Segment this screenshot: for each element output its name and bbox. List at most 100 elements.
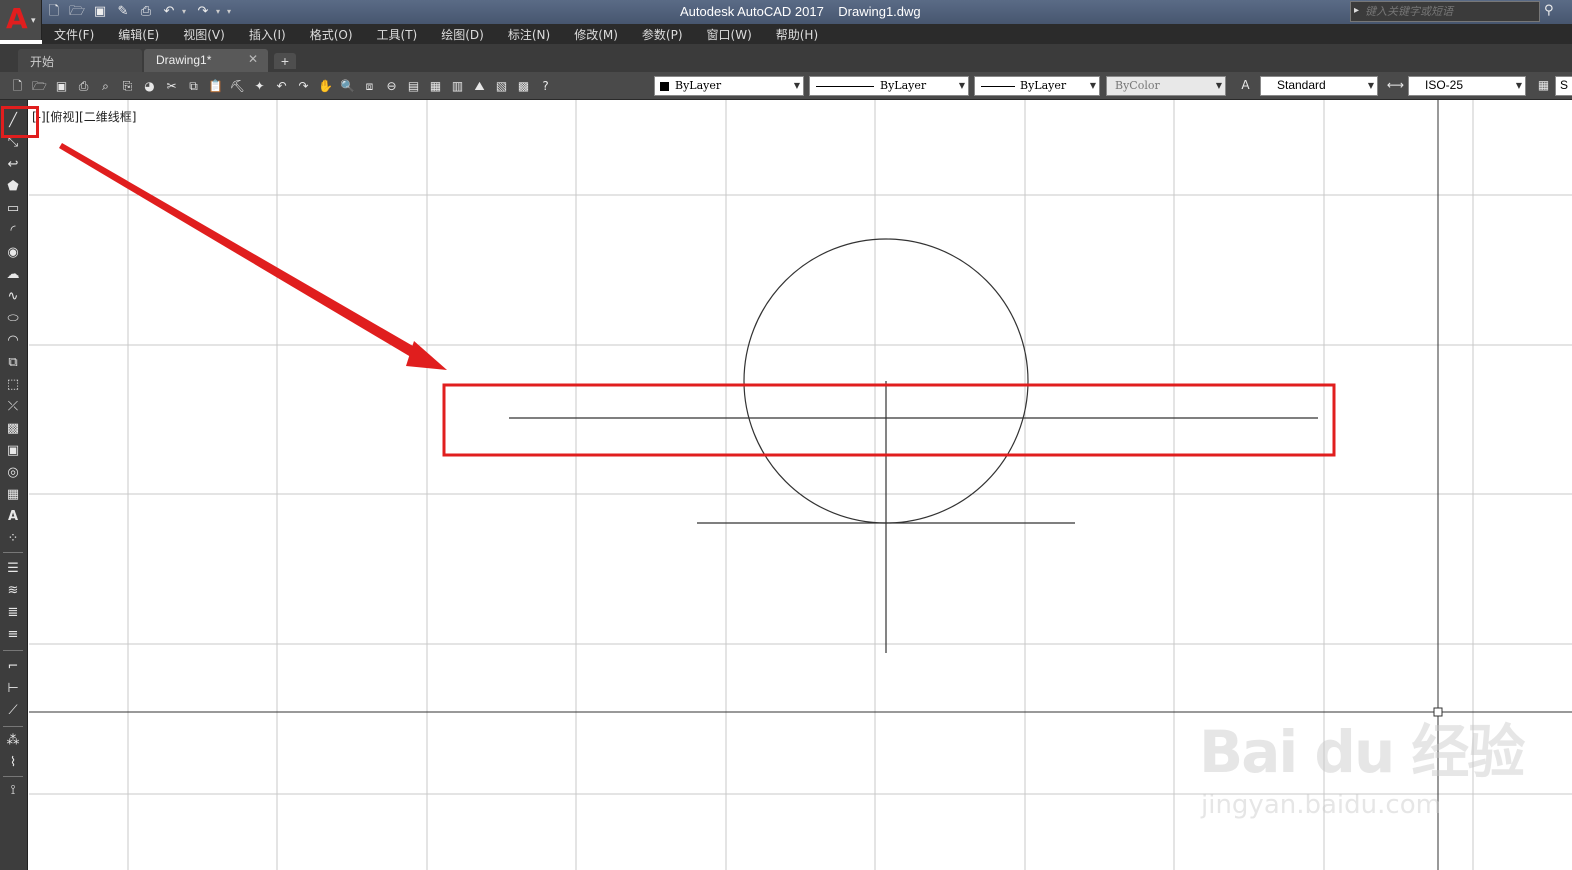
drawing-canvas[interactable]: [-][俯视][二维线框] Bai du 经验 jingyan.baidu.co…: [29, 100, 1572, 870]
standard-toolbar: 🗋 🗁 ▣ ⎙ ⌕ ⎘ ◕ ✂ ⧉ 📋 ⛏ ✦ ↶ ↷ ✋ 🔍 ⧈ ⊖ ▤ ▦ …: [0, 72, 1572, 100]
polygon-icon[interactable]: ⬟: [4, 178, 22, 196]
undo-dropdown-icon[interactable]: ▾: [182, 3, 190, 21]
annotation-arrow-shaft: [59, 143, 432, 366]
markup-icon[interactable]: ▧: [492, 77, 511, 96]
menu-format[interactable]: 格式(O): [298, 26, 365, 43]
search-box[interactable]: ▸: [1350, 1, 1540, 22]
edit-polyline-icon[interactable]: ⌇: [4, 754, 22, 772]
menu-draw[interactable]: 绘图(D): [429, 26, 496, 43]
design-center-icon[interactable]: ▦: [426, 77, 445, 96]
menu-file[interactable]: 文件(F): [42, 26, 106, 43]
table-icon[interactable]: ▦: [4, 486, 22, 504]
match-properties-icon[interactable]: ⛏: [228, 77, 247, 96]
cut-icon[interactable]: ✂: [162, 77, 181, 96]
new-tab-button[interactable]: +: [274, 53, 296, 69]
plot-preview-icon[interactable]: ⌕: [96, 77, 115, 96]
menu-help[interactable]: 帮助(H): [764, 26, 830, 43]
polyline-icon[interactable]: ↩: [4, 156, 22, 174]
search-input[interactable]: [1365, 3, 1537, 20]
menu-dimension[interactable]: 标注(N): [496, 26, 562, 43]
application-menu-button[interactable]: A ▾: [0, 0, 42, 40]
tab-start[interactable]: 开始: [18, 49, 142, 72]
layer-previous-icon[interactable]: ≣: [4, 604, 22, 622]
save-as-icon[interactable]: ✎: [113, 3, 133, 21]
measure-icon[interactable]: ⟟: [4, 782, 22, 800]
point-icon[interactable]: ⤫: [4, 398, 22, 416]
fillet-icon[interactable]: ⌐: [4, 658, 22, 676]
table-style-icon[interactable]: ▦: [1534, 76, 1553, 95]
hatch-icon[interactable]: ▩: [4, 420, 22, 438]
text-style-dropdown[interactable]: Standard ▼: [1260, 76, 1378, 96]
array-icon[interactable]: ⁂: [4, 732, 22, 750]
save-icon[interactable]: ▣: [52, 77, 71, 96]
extend-icon[interactable]: ⊢: [4, 680, 22, 698]
trim-icon[interactable]: ⟋: [4, 702, 22, 720]
tab-drawing1[interactable]: Drawing1* ✕: [144, 49, 268, 72]
menu-edit[interactable]: 编辑(E): [106, 26, 171, 43]
make-block-icon[interactable]: ⬚: [4, 376, 22, 394]
gradient-icon[interactable]: ▣: [4, 442, 22, 460]
spline-icon[interactable]: ∿: [4, 288, 22, 306]
rectangle-icon[interactable]: ▭: [4, 200, 22, 218]
zoom-realtime-icon[interactable]: 🔍: [338, 77, 357, 96]
ellipse-arc-icon[interactable]: ◠: [4, 332, 22, 350]
region-icon[interactable]: ◎: [4, 464, 22, 482]
sheet-set-icon[interactable]: ⛰: [470, 77, 489, 96]
linetype-dropdown[interactable]: ByLayer ▼: [809, 76, 969, 96]
ellipse-icon[interactable]: ⬭: [4, 310, 22, 328]
layer-isolate-icon[interactable]: ≡: [4, 626, 22, 644]
color-dropdown[interactable]: ByLayer ▼: [654, 76, 804, 96]
menu-parametric[interactable]: 参数(P): [630, 26, 695, 43]
add-selected-icon[interactable]: ⁘: [4, 530, 22, 548]
redo-icon[interactable]: ↷: [294, 77, 313, 96]
menu-tools[interactable]: 工具(T): [365, 26, 430, 43]
viewport-controls-label[interactable]: [-][俯视][二维线框]: [32, 108, 136, 125]
menu-window[interactable]: 窗口(W): [695, 26, 764, 43]
menu-insert[interactable]: 插入(I): [237, 26, 298, 43]
table-style-dropdown[interactable]: S: [1555, 76, 1572, 96]
block-editor-icon[interactable]: ✦: [250, 77, 269, 96]
zoom-window-icon[interactable]: ⧈: [360, 77, 379, 96]
plot-icon[interactable]: ⎙: [74, 77, 93, 96]
layer-state-icon[interactable]: ≋: [4, 582, 22, 600]
layer-properties-icon[interactable]: ☰: [4, 560, 22, 578]
plotstyle-dropdown[interactable]: ByColor ▼: [1106, 76, 1226, 96]
multiline-text-icon[interactable]: A: [4, 508, 22, 526]
print-icon[interactable]: ⎙: [136, 3, 156, 21]
redo-icon[interactable]: ↷: [193, 3, 213, 21]
properties-icon[interactable]: ▤: [404, 77, 423, 96]
open-icon[interactable]: 🗁: [30, 77, 49, 96]
publish-icon[interactable]: ⎘: [118, 77, 137, 96]
open-file-icon[interactable]: 🗁: [67, 3, 87, 21]
lineweight-dropdown[interactable]: ByLayer ▼: [974, 76, 1100, 96]
toolbar-divider: [3, 726, 23, 727]
customize-qat-icon[interactable]: ▾: [227, 3, 235, 21]
arc-icon[interactable]: ◜: [4, 222, 22, 240]
new-file-icon[interactable]: 🗋: [44, 3, 64, 21]
dim-style-icon[interactable]: ⟷: [1386, 76, 1405, 95]
circle-icon[interactable]: ◉: [4, 244, 22, 262]
undo-icon[interactable]: ↶: [159, 3, 179, 21]
dim-style-dropdown[interactable]: ISO-25 ▼: [1408, 76, 1526, 96]
zoom-previous-icon[interactable]: ⊖: [382, 77, 401, 96]
undo-icon[interactable]: ↶: [272, 77, 291, 96]
save-icon[interactable]: ▣: [90, 3, 110, 21]
insert-block-icon[interactable]: ⧉: [4, 354, 22, 372]
pan-icon[interactable]: ✋: [316, 77, 335, 96]
text-style-icon[interactable]: A: [1236, 76, 1255, 95]
calculator-icon[interactable]: ▩: [514, 77, 533, 96]
paste-icon[interactable]: 📋: [206, 77, 225, 96]
qnew-icon[interactable]: 🗋: [8, 77, 27, 96]
redo-dropdown-icon[interactable]: ▾: [216, 3, 224, 21]
3d-print-icon[interactable]: ◕: [140, 77, 159, 96]
help-icon[interactable]: ?: [536, 77, 555, 96]
close-icon[interactable]: ✕: [248, 52, 258, 66]
copy-icon[interactable]: ⧉: [184, 77, 203, 96]
search-expand-icon[interactable]: ▸: [1354, 5, 1359, 16]
tool-palettes-icon[interactable]: ▥: [448, 77, 467, 96]
menu-modify[interactable]: 修改(M): [562, 26, 630, 43]
menu-view[interactable]: 视图(V): [171, 26, 237, 43]
revision-cloud-icon[interactable]: ☁: [4, 266, 22, 284]
autocad-window: 🗋 🗁 ▣ ✎ ⎙ ↶ ▾ ↷ ▾ ▾ Autodesk AutoCAD 201…: [0, 0, 1572, 870]
binoculars-icon[interactable]: ⚲: [1544, 3, 1554, 18]
